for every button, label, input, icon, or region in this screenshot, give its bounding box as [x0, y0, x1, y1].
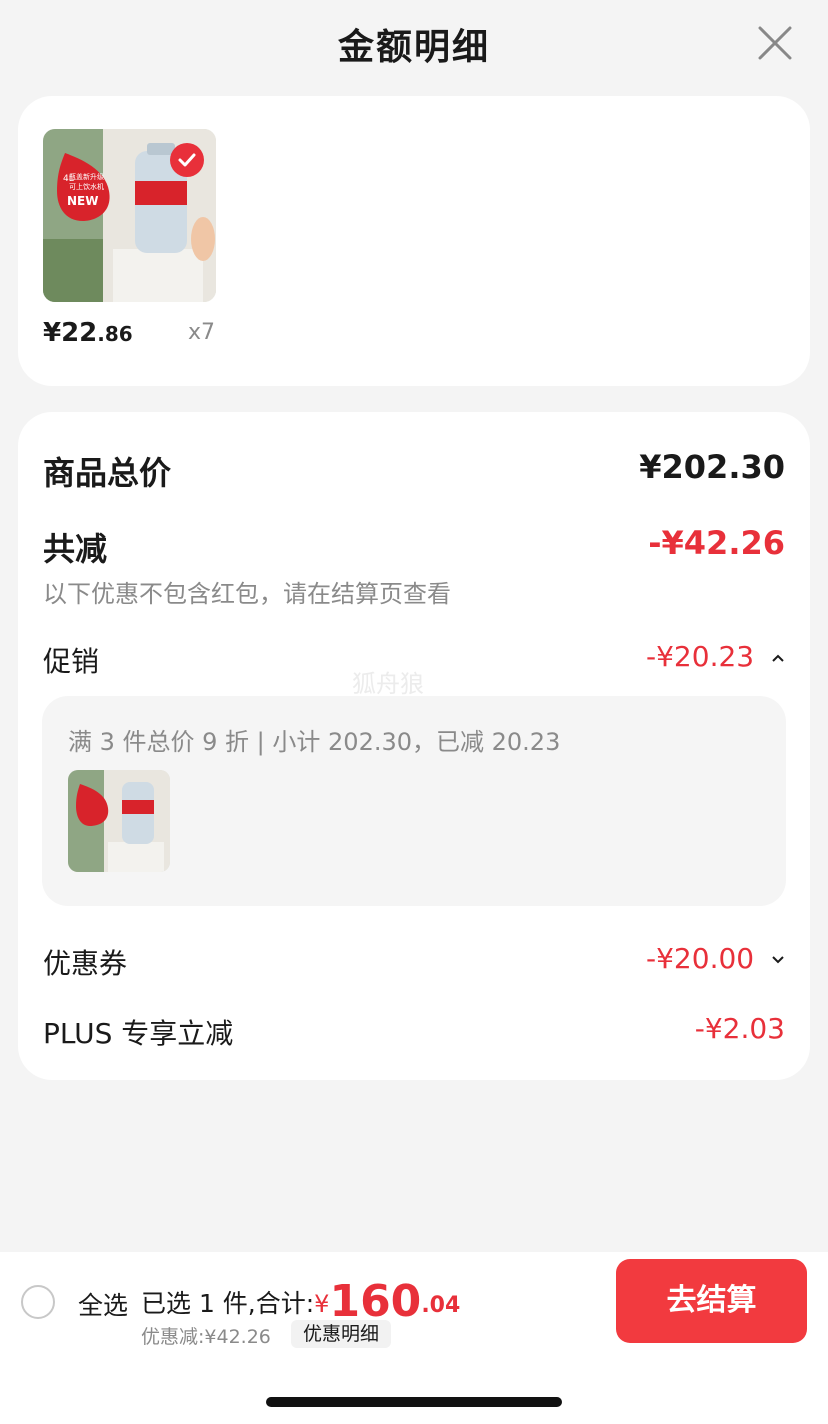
checkout-button[interactable]: 去结算: [616, 1259, 807, 1343]
bottom-safe-area: [0, 1350, 828, 1424]
coupon-toggle[interactable]: -¥20.00: [646, 942, 785, 975]
watermark: 狐舟狼: [352, 670, 424, 698]
discount-detail-button[interactable]: 优惠明细: [291, 1320, 392, 1348]
total-reduce-label: 共减: [43, 530, 108, 568]
price-decimal: .86: [97, 322, 133, 346]
total-price-label: 商品总价: [43, 454, 172, 492]
discount-note: 以下优惠不包含红包，请在结算页查看: [43, 580, 451, 608]
total-reduce-value: -¥42.26: [648, 524, 785, 562]
bottom-bar: 全选 已选 1 件,合计:¥160.04 优惠减:¥42.26 优惠明细 去结算: [0, 1252, 828, 1350]
plus-value: -¥2.03: [694, 1012, 785, 1045]
header: 金额明细: [0, 0, 828, 90]
total-decimal: .04: [421, 1293, 461, 1318]
page-title: 金额明细: [337, 27, 490, 68]
select-all-radio[interactable]: [21, 1285, 55, 1319]
product-card: 4L 瓶盖新升级 可上饮水机 NEW ¥22.86 x7: [18, 96, 810, 386]
promo-rule: 满 3 件总价 9 折 | 小计 202.30，已减 20.23: [68, 728, 561, 756]
promo-value: -¥20.23: [646, 640, 755, 673]
selected-count: 已选 1 件,合计:: [141, 1289, 315, 1318]
product-image[interactable]: 4L 瓶盖新升级 可上饮水机 NEW: [43, 129, 216, 302]
close-icon: [758, 26, 792, 60]
close-button[interactable]: [754, 22, 796, 64]
home-indicator[interactable]: [266, 1397, 562, 1407]
chevron-up-icon: [772, 654, 784, 662]
coupon-value: -¥20.00: [646, 942, 755, 975]
svg-text:NEW: NEW: [67, 194, 98, 208]
unit-price: ¥22.86: [43, 318, 133, 348]
promo-toggle[interactable]: -¥20.23: [646, 640, 785, 673]
promo-detail-box: 满 3 件总价 9 折 | 小计 202.30，已减 20.23: [42, 696, 786, 906]
coupon-label: 优惠券: [43, 947, 128, 980]
selected-check-icon: [170, 143, 204, 177]
svg-text:瓶盖新升级: 瓶盖新升级: [69, 172, 104, 181]
chevron-down-icon: [772, 956, 784, 964]
select-all-label[interactable]: 全选: [78, 1286, 128, 1322]
promo-product-image: [68, 770, 170, 872]
amount-detail-card: 商品总价 ¥202.30 共减 -¥42.26 以下优惠不包含红包，请在结算页查…: [18, 412, 810, 1080]
quantity: x7: [188, 320, 216, 345]
svg-text:可上饮水机: 可上饮水机: [69, 182, 104, 191]
discount-summary: 优惠减:¥42.26: [141, 1326, 271, 1348]
total-price-value: ¥202.30: [639, 448, 785, 486]
promo-label: 促销: [43, 645, 100, 678]
price-main: ¥22: [43, 318, 98, 348]
currency: ¥: [314, 1290, 330, 1318]
plus-label: PLUS 专享立减: [43, 1017, 234, 1050]
